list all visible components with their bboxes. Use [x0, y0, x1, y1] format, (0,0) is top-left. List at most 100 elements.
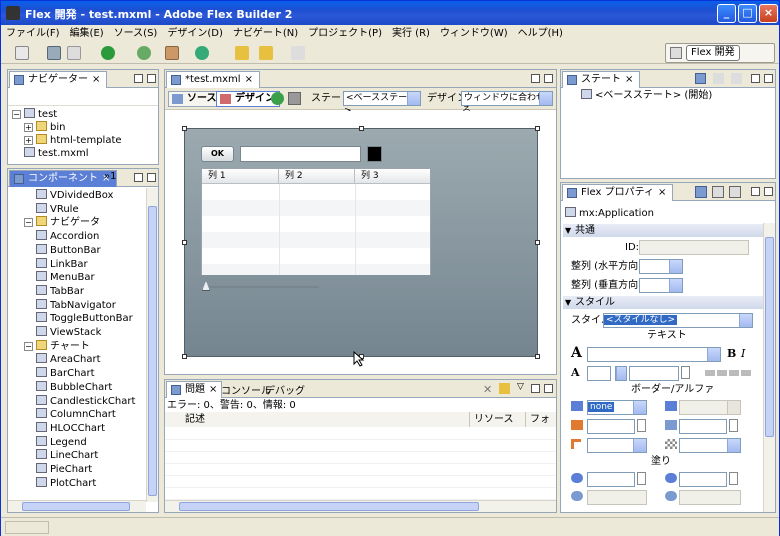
application-canvas[interactable]: OK 列 1 列 2 列 3: [182, 126, 540, 367]
refresh-icon[interactable]: [271, 92, 284, 105]
menu-edit[interactable]: 編集(E): [65, 25, 109, 42]
flex-properties-tab[interactable]: Flex プロパティ ×: [562, 184, 674, 201]
h-slider-track[interactable]: [205, 286, 319, 288]
expand-icon[interactable]: +: [24, 136, 33, 145]
open-perspective-icon[interactable]: [670, 47, 682, 59]
font-family-select[interactable]: [587, 347, 721, 362]
data-grid-row[interactable]: [202, 232, 430, 248]
tree-item[interactable]: Legend: [36, 435, 87, 450]
data-grid-row[interactable]: [202, 200, 430, 216]
minimize-view-icon[interactable]: [134, 173, 143, 182]
section-common[interactable]: ▼ 共通: [563, 224, 763, 237]
tree-folder[interactable]: + html-template: [24, 134, 122, 148]
forward-icon[interactable]: [291, 46, 305, 60]
ok-button[interactable]: OK: [201, 146, 234, 162]
fill-alpha-swatch[interactable]: [729, 472, 738, 485]
delete-icon[interactable]: ✕: [483, 383, 492, 396]
corner-radius-select[interactable]: [587, 438, 647, 453]
profile-icon[interactable]: [165, 46, 179, 60]
close-icon[interactable]: ×: [92, 74, 100, 85]
design-size-select[interactable]: ウィンドウに合わせる: [461, 91, 553, 116]
selection-handle[interactable]: [359, 126, 364, 131]
section-style[interactable]: ▼ スタイル: [563, 296, 763, 309]
delete-state-icon[interactable]: [731, 73, 742, 84]
minimize-view-icon[interactable]: [751, 74, 760, 83]
selection-handle[interactable]: [535, 354, 540, 359]
filter-icon[interactable]: [499, 383, 510, 394]
flex-development-perspective[interactable]: Flex 開発: [686, 45, 740, 61]
border-alpha-field[interactable]: [679, 419, 727, 434]
state-list-item[interactable]: <ベースステート> (開始): [581, 89, 712, 103]
selection-handle[interactable]: [182, 240, 187, 245]
tree-item[interactable]: test.mxml: [24, 147, 89, 161]
last-edit-icon[interactable]: [235, 46, 249, 60]
navigator-tab[interactable]: ナビゲーター ×: [9, 71, 108, 88]
text-input[interactable]: [240, 146, 361, 162]
maximize-view-icon[interactable]: [764, 74, 773, 83]
selection-handle[interactable]: [535, 126, 540, 131]
scroll-thumb[interactable]: [22, 502, 130, 511]
fill-color-field[interactable]: [587, 472, 635, 487]
data-grid-column-3[interactable]: 列 3: [355, 169, 430, 184]
italic-icon[interactable]: I: [741, 347, 745, 360]
tree-item[interactable]: ColumnChart: [36, 408, 116, 422]
data-grid-row[interactable]: [202, 264, 430, 275]
edit-state-icon[interactable]: [713, 73, 724, 84]
data-grid-column-1[interactable]: 列 1: [202, 169, 279, 184]
close-icon[interactable]: ×: [658, 187, 666, 198]
menu-design[interactable]: デザイン(D): [162, 25, 228, 42]
close-icon[interactable]: ×: [245, 74, 253, 85]
tree-item[interactable]: PieChart: [36, 463, 92, 477]
back-icon[interactable]: [259, 46, 273, 60]
maximize-view-icon[interactable]: [147, 173, 156, 182]
menu-project[interactable]: プロジェクト(P): [303, 25, 387, 42]
new-state-icon[interactable]: [695, 73, 706, 84]
tree-item[interactable]: ViewStack: [36, 326, 101, 340]
tree-item[interactable]: LinkBar: [36, 257, 88, 272]
color-picker[interactable]: [367, 146, 382, 162]
column-resource[interactable]: リソース: [470, 412, 526, 427]
scroll-thumb[interactable]: [179, 502, 479, 511]
font-size-dropdown[interactable]: [615, 366, 627, 381]
collapse-icon[interactable]: −: [12, 110, 21, 119]
menu-navigate[interactable]: ナビゲート(N): [228, 25, 303, 42]
source-mode-button[interactable]: ソース: [168, 91, 222, 107]
fill-alpha-field[interactable]: [679, 472, 727, 487]
standard-view-icon[interactable]: [695, 186, 707, 198]
tree-folder[interactable]: − チャート: [24, 339, 90, 354]
maximize-button[interactable]: □: [738, 4, 757, 23]
valign-select[interactable]: [639, 278, 683, 293]
maximize-view-icon[interactable]: [764, 187, 773, 196]
column-description[interactable]: 記述: [165, 412, 470, 427]
tree-folder[interactable]: − ナビゲータ: [24, 216, 100, 230]
tree-item[interactable]: PlotChart: [36, 476, 96, 491]
font-size-field[interactable]: [587, 366, 611, 381]
view-overflow-indicator[interactable]: »1: [104, 171, 116, 182]
save-icon[interactable]: [47, 46, 61, 60]
components-tab[interactable]: コンポーネント ×: [9, 170, 118, 187]
tree-item[interactable]: ButtonBar: [36, 243, 101, 258]
tree-item[interactable]: TabNavigator: [36, 298, 116, 313]
data-grid-column-2[interactable]: 列 2: [279, 169, 355, 184]
background-alpha-select[interactable]: [679, 438, 741, 453]
fill-secondary-field[interactable]: [587, 490, 647, 505]
problems-horizontal-scrollbar[interactable]: [165, 500, 556, 512]
menu-source[interactable]: ソース(S): [109, 25, 163, 42]
external-tools-icon[interactable]: [195, 46, 209, 60]
tree-item[interactable]: LineChart: [36, 449, 98, 463]
new-icon[interactable]: [15, 46, 29, 60]
console-tab[interactable]: コンソール: [221, 382, 271, 397]
editor-tab-test-mxml[interactable]: *test.mxml ×: [166, 71, 260, 88]
properties-vertical-scrollbar[interactable]: [763, 223, 775, 512]
halign-select[interactable]: [639, 259, 683, 274]
tree-item[interactable]: VRule: [36, 202, 79, 217]
data-grid-row[interactable]: [202, 184, 430, 200]
border-color-swatch[interactable]: [637, 419, 646, 432]
selection-handle[interactable]: [182, 126, 187, 131]
components-vertical-scrollbar[interactable]: [146, 188, 158, 502]
tree-item[interactable]: BubbleChart: [36, 380, 112, 395]
close-icon[interactable]: ×: [209, 384, 217, 395]
view-menu-icon[interactable]: ▽: [517, 382, 524, 392]
fill-color-swatch[interactable]: [637, 472, 646, 485]
data-grid[interactable]: 列 1 列 2 列 3: [201, 168, 431, 275]
